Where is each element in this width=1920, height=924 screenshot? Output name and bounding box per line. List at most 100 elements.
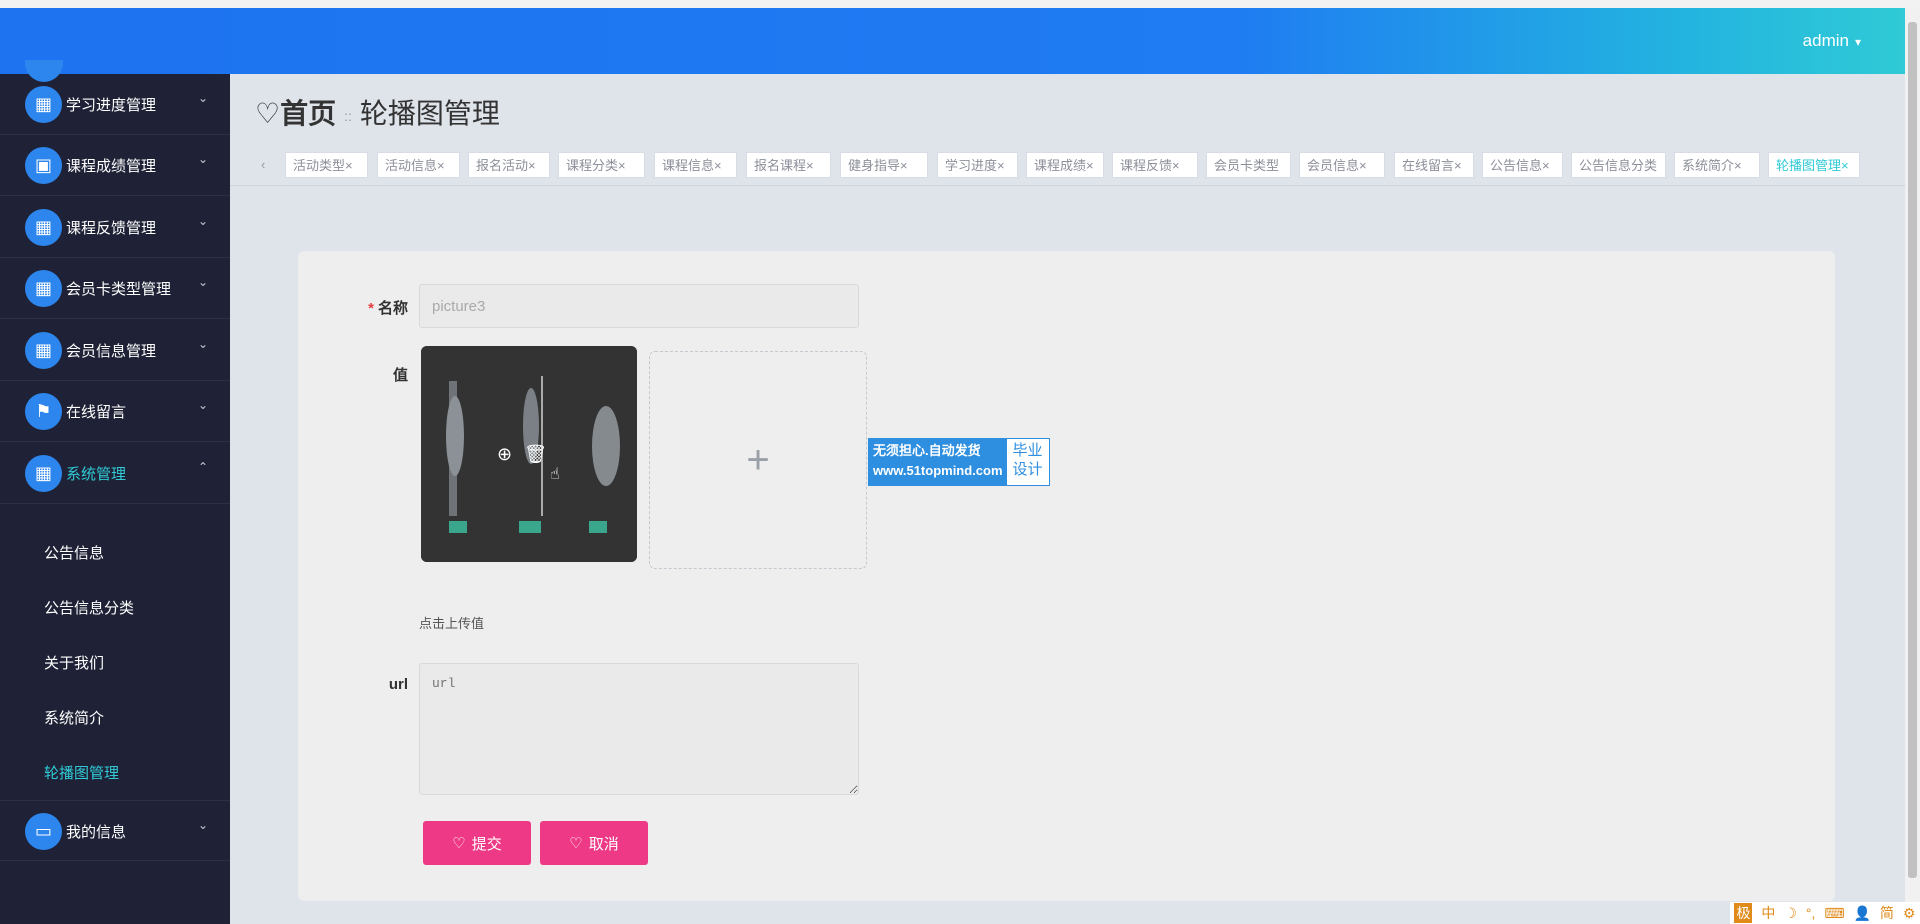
sidebar-item-study-progress[interactable]: ▦ 学习进度管理 ⌄ — [0, 74, 230, 135]
trash-icon[interactable]: 🗑 — [524, 444, 547, 464]
submenu-item-carousel[interactable]: 轮播图管理 — [44, 762, 119, 783]
tag-item[interactable]: 课程反馈× — [1112, 152, 1198, 178]
tag-item[interactable]: 课程信息× — [654, 152, 737, 178]
tag-label: 活动信息 — [385, 158, 438, 173]
sidebar-item-member-info[interactable]: ▦ 会员信息管理 ⌄ — [0, 320, 230, 381]
zoom-in-icon[interactable]: ⊕ — [497, 444, 512, 464]
submenu-item-system-intro[interactable]: 系统简介 — [44, 707, 104, 728]
url-label: url — [388, 676, 408, 693]
clipboard-check-icon: ▣ — [25, 147, 62, 184]
moon-icon[interactable]: ☽ — [1784, 905, 1797, 922]
caret-down-icon: ▾ — [1854, 35, 1861, 49]
close-icon[interactable]: × — [1454, 158, 1462, 173]
apps-icon: ▦ — [25, 455, 62, 492]
chevron-down-icon: ⌄ — [197, 398, 208, 412]
tag-item[interactable]: 活动信息× — [377, 152, 460, 178]
gear-icon[interactable]: ⚙ — [1903, 905, 1916, 922]
uploaded-image-thumbnail[interactable]: ⊕ 🗑 ☝ — [421, 346, 637, 562]
name-label-text: 名称 — [377, 300, 408, 317]
url-textarea[interactable] — [419, 663, 859, 795]
submenu-item-notices[interactable]: 公告信息 — [44, 542, 104, 563]
close-icon[interactable]: × — [1359, 158, 1367, 173]
close-icon[interactable]: × — [528, 158, 536, 173]
sidebar-item-label: 课程反馈管理 — [66, 220, 157, 237]
flag-icon: ⚑ — [25, 393, 62, 430]
watermark-right2: 设计 — [1012, 461, 1043, 478]
grid-icon: ▦ — [25, 86, 62, 123]
close-icon[interactable]: × — [1734, 158, 1742, 173]
submit-button[interactable]: ♡ 提交 — [423, 821, 531, 865]
close-icon[interactable]: × — [997, 158, 1005, 173]
tag-item[interactable]: 会员卡类型 × — [1206, 152, 1291, 185]
sidebar-item-label: 我的信息 — [66, 824, 127, 841]
heart-icon: ♡ — [569, 835, 583, 852]
sidebar-item-my-info[interactable]: ▭ 我的信息 ⌄ — [0, 800, 230, 861]
top-header: admin ▾ — [0, 8, 1905, 74]
close-icon[interactable]: × — [714, 158, 722, 173]
ime-chinese-mode[interactable]: 中 — [1761, 903, 1775, 923]
ime-simplified[interactable]: 简 — [1880, 903, 1894, 923]
sidebar-item-course-grades[interactable]: ▣ 课程成绩管理 ⌄ — [0, 135, 230, 196]
apps-icon: ▦ — [25, 270, 62, 307]
close-icon[interactable]: × — [1086, 158, 1094, 173]
user-icon[interactable]: 👤 — [1854, 905, 1871, 922]
sidebar-item-label: 学习进度管理 — [66, 97, 157, 114]
close-icon[interactable]: × — [437, 158, 445, 173]
tag-item[interactable]: 活动类型× — [285, 152, 368, 178]
tag-item[interactable]: 会员信息× — [1299, 152, 1385, 178]
tag-label: 活动类型 — [293, 158, 346, 173]
sidebar-item-system-management[interactable]: ▦ 系统管理 ⌃ — [0, 443, 230, 504]
breadcrumb-separator: :: — [344, 107, 352, 124]
tag-item[interactable]: 课程成绩× — [1026, 152, 1104, 178]
tag-item[interactable]: 学习进度× — [937, 152, 1018, 178]
close-icon[interactable]: × — [345, 158, 353, 173]
tag-item[interactable]: 轮播图管理× — [1768, 152, 1860, 178]
tag-item[interactable]: 公告信息分类 × — [1571, 152, 1666, 185]
watermark-line1: 无须担心.自动发货 — [873, 443, 981, 458]
tag-label: 课程成绩 — [1034, 158, 1087, 173]
user-menu[interactable]: admin ▾ — [1803, 31, 1861, 51]
scrollbar-thumb[interactable] — [1908, 22, 1917, 878]
close-icon[interactable]: × — [806, 158, 814, 173]
plus-icon: + — [746, 437, 770, 482]
cancel-button[interactable]: ♡ 取消 — [540, 821, 648, 865]
close-icon[interactable]: × — [618, 158, 626, 173]
close-icon[interactable]: × — [1841, 158, 1849, 173]
close-icon[interactable]: × — [1579, 184, 1587, 185]
name-label: * 名称 — [298, 297, 408, 318]
tag-item[interactable]: 报名活动× — [468, 152, 550, 178]
breadcrumb: ♡首页:: 轮播图管理 — [255, 92, 500, 132]
watermark-stamp: 无须担心.自动发货 www.51topmind.com 毕业 设计 — [868, 438, 1050, 486]
tag-label: 课程信息 — [662, 158, 715, 173]
tag-label: 系统简介 — [1682, 158, 1735, 173]
image-upload-button[interactable]: + — [649, 351, 867, 569]
close-icon[interactable]: × — [1542, 158, 1550, 173]
sidebar-item-online-messages[interactable]: ⚑ 在线留言 ⌄ — [0, 381, 230, 442]
ime-logo[interactable]: 极 — [1734, 903, 1753, 923]
sidebar-item-member-card-types[interactable]: ▦ 会员卡类型管理 ⌄ — [0, 258, 230, 319]
tag-item[interactable]: 健身指导× — [840, 152, 928, 178]
close-icon[interactable]: × — [900, 158, 908, 173]
submenu-item-about-us[interactable]: 关于我们 — [44, 652, 104, 673]
breadcrumb-home[interactable]: 首页 — [280, 98, 336, 129]
close-icon[interactable]: × — [1172, 158, 1180, 173]
tag-item[interactable]: 在线留言× — [1394, 152, 1474, 178]
chevron-down-icon: ⌄ — [197, 818, 208, 832]
scrollbar[interactable] — [1905, 8, 1920, 924]
tags-scroll-left-icon[interactable]: ‹ — [261, 157, 265, 172]
tag-item[interactable]: 公告信息× — [1482, 152, 1563, 178]
tag-item[interactable]: 课程分类× — [558, 152, 645, 178]
submenu-item-notice-categories[interactable]: 公告信息分类 — [44, 597, 134, 618]
window-top-strip — [0, 0, 1920, 8]
apps-icon: ▦ — [25, 209, 62, 246]
keyboard-icon[interactable]: ⌨ — [1824, 905, 1844, 922]
tag-label: 课程分类 — [566, 158, 619, 173]
tag-item[interactable]: 系统简介× — [1674, 152, 1760, 178]
punctuation-icon[interactable]: °, — [1806, 905, 1816, 921]
name-input[interactable] — [419, 284, 859, 328]
tag-label: 报名活动 — [476, 158, 529, 173]
tag-item[interactable]: 报名课程× — [746, 152, 831, 178]
close-icon[interactable]: × — [1214, 184, 1222, 185]
sidebar-item-course-feedback[interactable]: ▦ 课程反馈管理 ⌄ — [0, 197, 230, 258]
sidebar-item-label: 在线留言 — [66, 404, 127, 421]
